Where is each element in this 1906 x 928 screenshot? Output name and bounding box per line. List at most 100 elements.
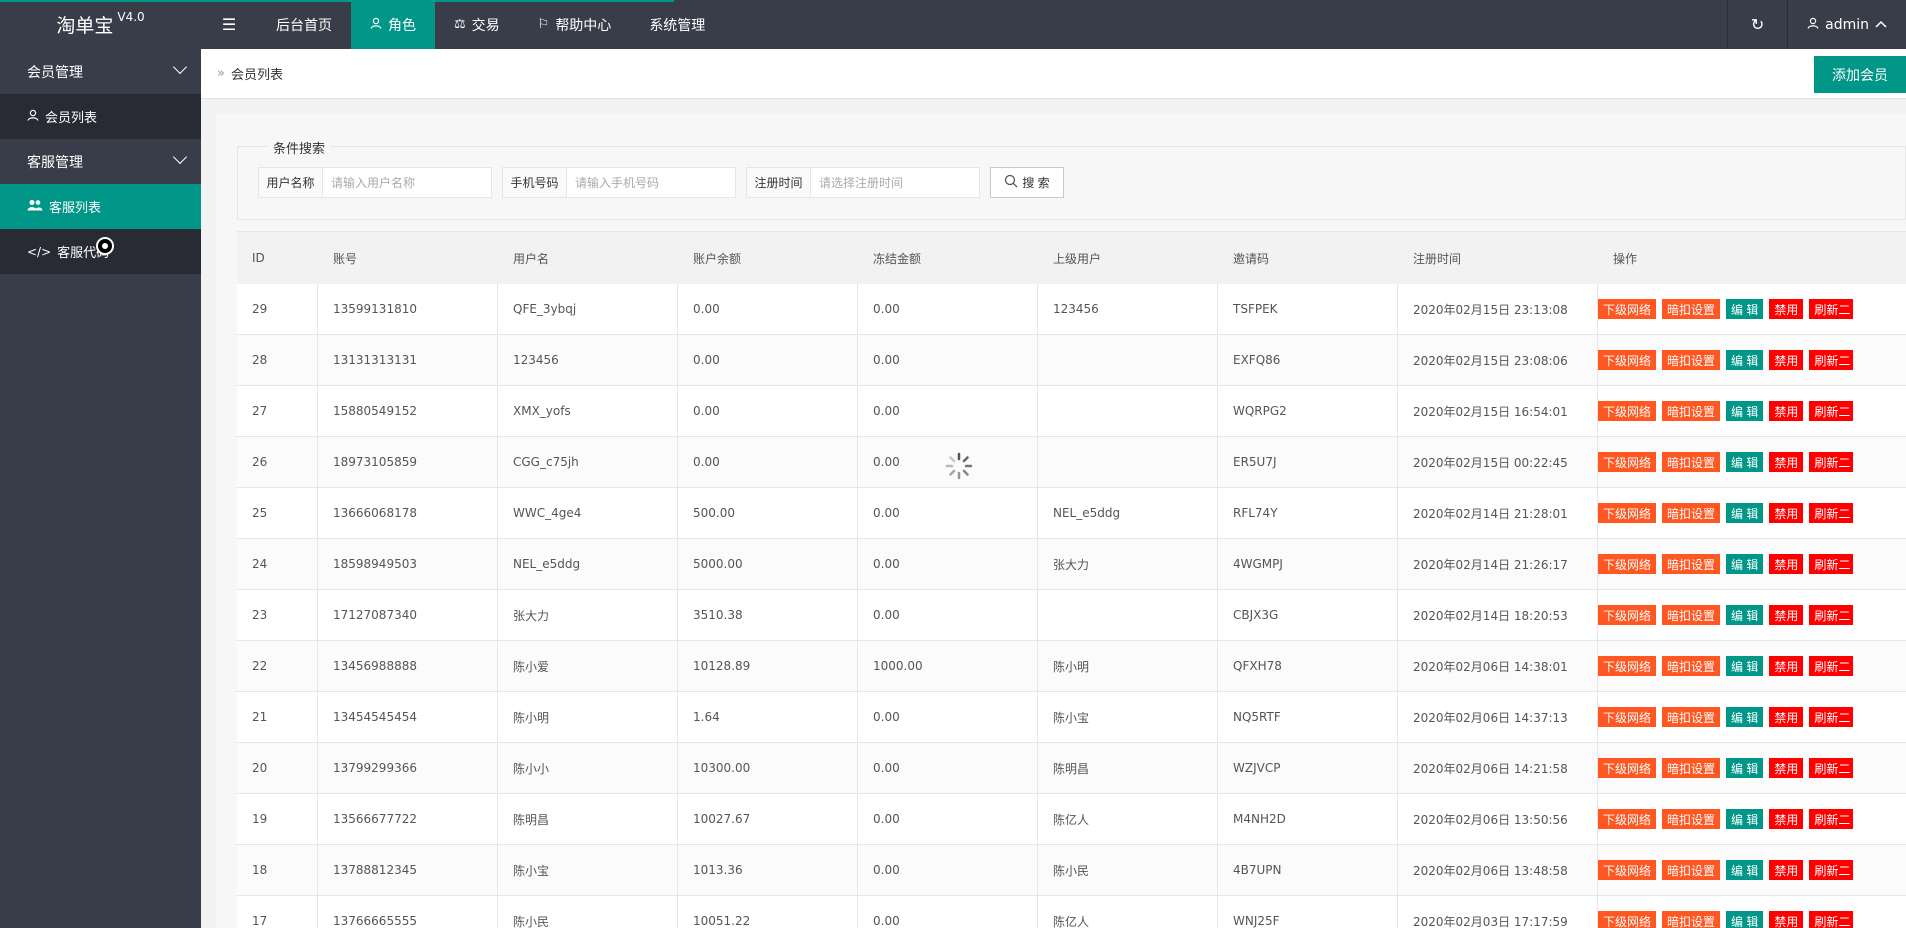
subordinate-network-button[interactable]: 下级网络 bbox=[1598, 452, 1657, 472]
edit-button[interactable]: 编 辑 bbox=[1726, 707, 1764, 727]
deduction-settings-button[interactable]: 暗扣设置 bbox=[1662, 401, 1721, 421]
username-input[interactable] bbox=[323, 168, 491, 197]
subordinate-network-button[interactable]: 下级网络 bbox=[1598, 401, 1657, 421]
disable-button[interactable]: 禁用 bbox=[1769, 605, 1804, 625]
regtime-input[interactable] bbox=[811, 168, 979, 197]
edit-button[interactable]: 编 辑 bbox=[1726, 401, 1764, 421]
deduction-settings-button[interactable]: 暗扣设置 bbox=[1662, 656, 1721, 676]
nav-home[interactable]: 后台首页 bbox=[257, 0, 351, 49]
refresh-qr-button[interactable]: 刷新二 bbox=[1809, 809, 1854, 829]
subordinate-network-button[interactable]: 下级网络 bbox=[1598, 911, 1657, 928]
refresh-qr-button[interactable]: 刷新二 bbox=[1809, 452, 1854, 472]
table-row: 25 13666068178 WWC_4ge4 500.00 0.00 NEL_e5ddg… bbox=[237, 488, 1906, 539]
refresh-qr-button[interactable]: 刷新二 bbox=[1809, 911, 1854, 928]
disable-button[interactable]: 禁用 bbox=[1769, 401, 1804, 421]
sidebar-group-service[interactable]: 客服管理 bbox=[0, 139, 201, 184]
cell-account: 13566677722 bbox=[318, 794, 498, 844]
sidebar-group-members[interactable]: 会员管理 bbox=[0, 49, 201, 94]
edit-button[interactable]: 编 辑 bbox=[1726, 299, 1764, 319]
disable-button[interactable]: 禁用 bbox=[1769, 554, 1804, 574]
col-header-frozen: 冻结金额 bbox=[873, 251, 922, 266]
cell-username: 陈小小 bbox=[498, 743, 678, 793]
subordinate-network-button[interactable]: 下级网络 bbox=[1598, 503, 1657, 523]
deduction-settings-button[interactable]: 暗扣设置 bbox=[1662, 809, 1721, 829]
subordinate-network-button[interactable]: 下级网络 bbox=[1598, 809, 1657, 829]
edit-button[interactable]: 编 辑 bbox=[1726, 911, 1764, 928]
refresh-qr-button[interactable]: 刷新二 bbox=[1809, 350, 1854, 370]
table-row: 17 13766665555 陈小民 10051.22 0.00 陈亿人 WNJ25F 202… bbox=[237, 896, 1906, 928]
sidebar: 会员管理 会员列表 客服管理 客服列表 </> 客服代码 bbox=[0, 49, 201, 928]
deduction-settings-button[interactable]: 暗扣设置 bbox=[1662, 758, 1721, 778]
cell-balance: 5000.00 bbox=[678, 539, 858, 589]
refresh-qr-button[interactable]: 刷新二 bbox=[1809, 503, 1854, 523]
cell-parent: NEL_e5ddg bbox=[1038, 488, 1218, 538]
cell-frozen: 0.00 bbox=[858, 284, 1038, 334]
subordinate-network-button[interactable]: 下级网络 bbox=[1598, 656, 1657, 676]
edit-button[interactable]: 编 辑 bbox=[1726, 350, 1764, 370]
subordinate-network-button[interactable]: 下级网络 bbox=[1598, 758, 1657, 778]
refresh-qr-button[interactable]: 刷新二 bbox=[1809, 758, 1854, 778]
edit-button[interactable]: 编 辑 bbox=[1726, 656, 1764, 676]
cell-frozen: 0.00 bbox=[858, 590, 1038, 640]
search-icon bbox=[1004, 174, 1018, 191]
nav-system[interactable]: 系统管理 bbox=[630, 0, 724, 49]
deduction-settings-button[interactable]: 暗扣设置 bbox=[1662, 452, 1721, 472]
refresh-qr-button[interactable]: 刷新二 bbox=[1809, 656, 1854, 676]
disable-button[interactable]: 禁用 bbox=[1769, 299, 1804, 319]
subordinate-network-button[interactable]: 下级网络 bbox=[1598, 299, 1657, 319]
edit-button[interactable]: 编 辑 bbox=[1726, 809, 1764, 829]
cell-frozen: 0.00 bbox=[858, 386, 1038, 436]
nav-help[interactable]: ⚐ 帮助中心 bbox=[519, 0, 631, 49]
refresh-qr-button[interactable]: 刷新二 bbox=[1809, 401, 1854, 421]
subordinate-network-button[interactable]: 下级网络 bbox=[1598, 605, 1657, 625]
deduction-settings-button[interactable]: 暗扣设置 bbox=[1662, 911, 1721, 928]
disable-button[interactable]: 禁用 bbox=[1769, 911, 1804, 928]
menu-toggle-button[interactable]: ☰ bbox=[201, 0, 257, 49]
search-button[interactable]: 搜 索 bbox=[990, 167, 1064, 198]
disable-button[interactable]: 禁用 bbox=[1769, 503, 1804, 523]
disable-button[interactable]: 禁用 bbox=[1769, 809, 1804, 829]
disable-button[interactable]: 禁用 bbox=[1769, 758, 1804, 778]
user-menu[interactable]: admin bbox=[1787, 0, 1906, 49]
sidebar-item-member-list[interactable]: 会员列表 bbox=[0, 94, 201, 139]
nav-role[interactable]: 角色 bbox=[351, 0, 435, 49]
edit-button[interactable]: 编 辑 bbox=[1726, 554, 1764, 574]
edit-button[interactable]: 编 辑 bbox=[1726, 452, 1764, 472]
deduction-settings-button[interactable]: 暗扣设置 bbox=[1662, 299, 1721, 319]
sidebar-item-service-list[interactable]: 客服列表 bbox=[0, 184, 201, 229]
deduction-settings-button[interactable]: 暗扣设置 bbox=[1662, 554, 1721, 574]
cell-parent: 陈小明 bbox=[1038, 641, 1218, 691]
subordinate-network-button[interactable]: 下级网络 bbox=[1598, 707, 1657, 727]
disable-button[interactable]: 禁用 bbox=[1769, 656, 1804, 676]
edit-button[interactable]: 编 辑 bbox=[1726, 758, 1764, 778]
deduction-settings-button[interactable]: 暗扣设置 bbox=[1662, 605, 1721, 625]
table-row: 21 13454545454 陈小明 1.64 0.00 陈小宝 NQ5RTF 2020年02… bbox=[237, 692, 1906, 743]
deduction-settings-button[interactable]: 暗扣设置 bbox=[1662, 860, 1721, 880]
disable-button[interactable]: 禁用 bbox=[1769, 350, 1804, 370]
cell-invite-code: NQ5RTF bbox=[1218, 692, 1398, 742]
cell-username: XMX_yofs bbox=[498, 386, 678, 436]
nav-trade[interactable]: ⚖ 交易 bbox=[435, 0, 519, 49]
edit-button[interactable]: 编 辑 bbox=[1726, 503, 1764, 523]
subordinate-network-button[interactable]: 下级网络 bbox=[1598, 350, 1657, 370]
edit-button[interactable]: 编 辑 bbox=[1726, 605, 1764, 625]
cell-account: 17127087340 bbox=[318, 590, 498, 640]
disable-button[interactable]: 禁用 bbox=[1769, 860, 1804, 880]
refresh-qr-button[interactable]: 刷新二 bbox=[1809, 299, 1854, 319]
disable-button[interactable]: 禁用 bbox=[1769, 707, 1804, 727]
disable-button[interactable]: 禁用 bbox=[1769, 452, 1804, 472]
deduction-settings-button[interactable]: 暗扣设置 bbox=[1662, 503, 1721, 523]
user-icon bbox=[370, 17, 382, 33]
edit-button[interactable]: 编 辑 bbox=[1726, 860, 1764, 880]
deduction-settings-button[interactable]: 暗扣设置 bbox=[1662, 350, 1721, 370]
subordinate-network-button[interactable]: 下级网络 bbox=[1598, 860, 1657, 880]
deduction-settings-button[interactable]: 暗扣设置 bbox=[1662, 707, 1721, 727]
add-member-button[interactable]: 添加会员 bbox=[1814, 56, 1906, 93]
refresh-qr-button[interactable]: 刷新二 bbox=[1809, 554, 1854, 574]
phone-input[interactable] bbox=[567, 168, 735, 197]
refresh-button[interactable]: ↻ bbox=[1727, 0, 1787, 49]
refresh-qr-button[interactable]: 刷新二 bbox=[1809, 707, 1854, 727]
subordinate-network-button[interactable]: 下级网络 bbox=[1598, 554, 1657, 574]
refresh-qr-button[interactable]: 刷新二 bbox=[1809, 860, 1854, 880]
refresh-qr-button[interactable]: 刷新二 bbox=[1809, 605, 1854, 625]
